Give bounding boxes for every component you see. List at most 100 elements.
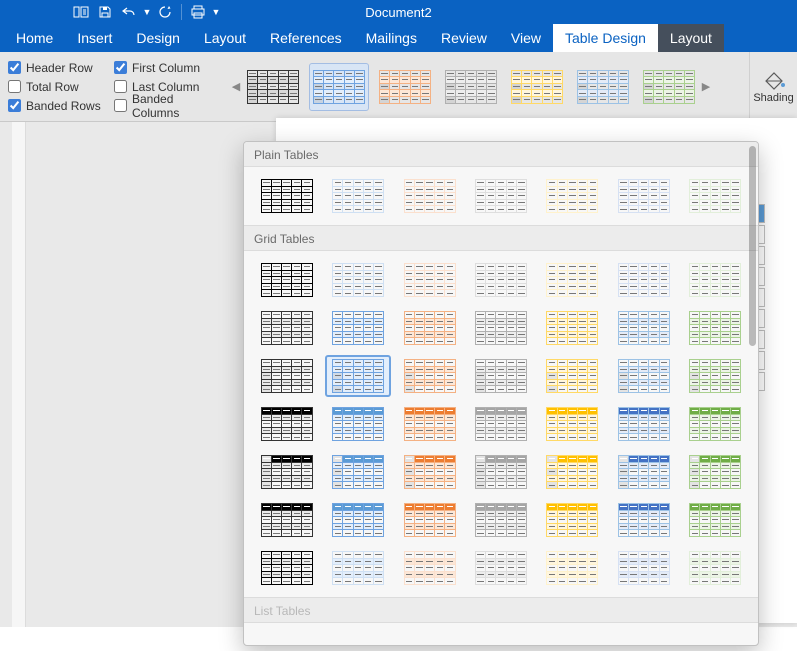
tab-insert[interactable]: Insert bbox=[65, 24, 124, 52]
banded-columns-checkbox[interactable]: Banded Columns bbox=[114, 96, 220, 115]
header-row-checkbox[interactable]: Header Row bbox=[8, 58, 114, 77]
gallery-item-grid[interactable] bbox=[611, 259, 676, 301]
total-row-label: Total Row bbox=[26, 80, 79, 94]
gallery-item-grid[interactable] bbox=[683, 547, 748, 589]
gallery-item-grid[interactable] bbox=[540, 307, 605, 349]
gallery-item-grid[interactable] bbox=[254, 307, 319, 349]
gallery-item-grid[interactable] bbox=[611, 451, 676, 493]
gallery-item-plain[interactable] bbox=[683, 175, 748, 217]
tab-table-layout[interactable]: Layout bbox=[658, 24, 724, 52]
gallery-item-grid[interactable] bbox=[683, 355, 748, 397]
first-column-label: First Column bbox=[132, 61, 200, 75]
save-icon[interactable] bbox=[94, 3, 116, 21]
gallery-strip-item[interactable] bbox=[507, 63, 567, 111]
gallery-strip-item[interactable] bbox=[441, 63, 501, 111]
gallery-item-grid[interactable] bbox=[611, 307, 676, 349]
gallery-item-grid[interactable] bbox=[325, 259, 390, 301]
table-style-options-group: Header Row Total Row Banded Rows First C… bbox=[0, 52, 225, 122]
gallery-item-plain[interactable] bbox=[254, 175, 319, 217]
gallery-item-grid[interactable] bbox=[540, 499, 605, 541]
gallery-prev-button[interactable]: ◀ bbox=[229, 63, 243, 111]
gallery-item-grid[interactable] bbox=[683, 403, 748, 445]
gallery-scrollbar[interactable] bbox=[748, 146, 756, 642]
gallery-item-grid[interactable] bbox=[468, 355, 533, 397]
gallery-item-grid[interactable] bbox=[683, 259, 748, 301]
gallery-item-plain[interactable] bbox=[325, 175, 390, 217]
gallery-strip-item[interactable] bbox=[573, 63, 633, 111]
gallery-item-grid[interactable] bbox=[254, 547, 319, 589]
gallery-item-grid[interactable] bbox=[254, 403, 319, 445]
gallery-item-plain[interactable] bbox=[468, 175, 533, 217]
gallery-item-grid[interactable] bbox=[325, 355, 390, 397]
gallery-item-grid[interactable] bbox=[397, 499, 462, 541]
tab-design[interactable]: Design bbox=[124, 24, 192, 52]
gallery-strip-item[interactable] bbox=[243, 63, 303, 111]
gallery-item-grid[interactable] bbox=[540, 259, 605, 301]
tab-table-design[interactable]: Table Design bbox=[553, 24, 658, 52]
gallery-item-grid[interactable] bbox=[254, 355, 319, 397]
gallery-item-grid[interactable] bbox=[397, 547, 462, 589]
gallery-item-plain[interactable] bbox=[611, 175, 676, 217]
tab-review[interactable]: Review bbox=[429, 24, 499, 52]
undo-dropdown-icon[interactable]: ▼ bbox=[142, 3, 152, 21]
gallery-item-grid[interactable] bbox=[468, 451, 533, 493]
gallery-item-grid[interactable] bbox=[325, 499, 390, 541]
tab-layout[interactable]: Layout bbox=[192, 24, 258, 52]
gallery-item-grid[interactable] bbox=[254, 451, 319, 493]
banded-rows-checkbox[interactable]: Banded Rows bbox=[8, 96, 114, 115]
ribbon-tabs: Home Insert Design Layout References Mai… bbox=[0, 24, 797, 52]
gallery-item-grid[interactable] bbox=[683, 499, 748, 541]
gallery-item-grid[interactable] bbox=[468, 499, 533, 541]
tab-mailings[interactable]: Mailings bbox=[354, 24, 429, 52]
first-column-checkbox[interactable]: First Column bbox=[114, 58, 220, 77]
gallery-section-plain-header: Plain Tables bbox=[244, 142, 758, 167]
gallery-item-grid[interactable] bbox=[468, 307, 533, 349]
print-icon[interactable] bbox=[187, 3, 209, 21]
gallery-item-grid[interactable] bbox=[611, 403, 676, 445]
gallery-item-grid[interactable] bbox=[611, 499, 676, 541]
gallery-item-grid[interactable] bbox=[611, 355, 676, 397]
gallery-item-grid[interactable] bbox=[468, 403, 533, 445]
tab-references[interactable]: References bbox=[258, 24, 354, 52]
gallery-item-grid[interactable] bbox=[325, 451, 390, 493]
gallery-item-grid[interactable] bbox=[325, 307, 390, 349]
gallery-item-grid[interactable] bbox=[683, 307, 748, 349]
tab-view[interactable]: View bbox=[499, 24, 553, 52]
gallery-item-grid[interactable] bbox=[325, 547, 390, 589]
redo-icon[interactable] bbox=[154, 3, 176, 21]
banded-rows-label: Banded Rows bbox=[26, 99, 101, 113]
gallery-item-grid[interactable] bbox=[611, 547, 676, 589]
gallery-item-grid[interactable] bbox=[540, 547, 605, 589]
paint-bucket-icon bbox=[762, 70, 786, 90]
gallery-section-list-header: List Tables bbox=[244, 597, 758, 623]
total-row-checkbox[interactable]: Total Row bbox=[8, 77, 114, 96]
gallery-next-button[interactable]: ▶ bbox=[699, 63, 713, 111]
tab-home[interactable]: Home bbox=[4, 24, 65, 52]
gallery-item-grid[interactable] bbox=[540, 403, 605, 445]
gallery-strip-item[interactable] bbox=[639, 63, 699, 111]
gallery-item-grid[interactable] bbox=[540, 355, 605, 397]
gallery-item-plain[interactable] bbox=[397, 175, 462, 217]
shading-button[interactable]: Shading bbox=[749, 52, 797, 121]
autosave-icon[interactable] bbox=[70, 3, 92, 21]
gallery-item-grid[interactable] bbox=[325, 403, 390, 445]
gallery-item-grid[interactable] bbox=[397, 451, 462, 493]
gallery-item-grid[interactable] bbox=[397, 307, 462, 349]
table-styles-gallery-panel: Plain Tables Grid Tables List Tables bbox=[243, 141, 759, 646]
gallery-item-grid[interactable] bbox=[540, 451, 605, 493]
titlebar: ▼ ▼ Document2 bbox=[0, 0, 797, 24]
gallery-item-grid[interactable] bbox=[397, 259, 462, 301]
gallery-strip-item[interactable] bbox=[309, 63, 369, 111]
gallery-item-grid[interactable] bbox=[397, 403, 462, 445]
undo-icon[interactable] bbox=[118, 3, 140, 21]
gallery-item-grid[interactable] bbox=[683, 451, 748, 493]
gallery-item-grid[interactable] bbox=[254, 499, 319, 541]
gallery-item-grid[interactable] bbox=[468, 259, 533, 301]
banded-columns-label: Banded Columns bbox=[132, 92, 220, 120]
gallery-strip-item[interactable] bbox=[375, 63, 435, 111]
gallery-item-grid[interactable] bbox=[254, 259, 319, 301]
gallery-item-grid[interactable] bbox=[468, 547, 533, 589]
gallery-item-plain[interactable] bbox=[540, 175, 605, 217]
gallery-item-grid[interactable] bbox=[397, 355, 462, 397]
qat-customize-icon[interactable]: ▼ bbox=[211, 3, 221, 21]
